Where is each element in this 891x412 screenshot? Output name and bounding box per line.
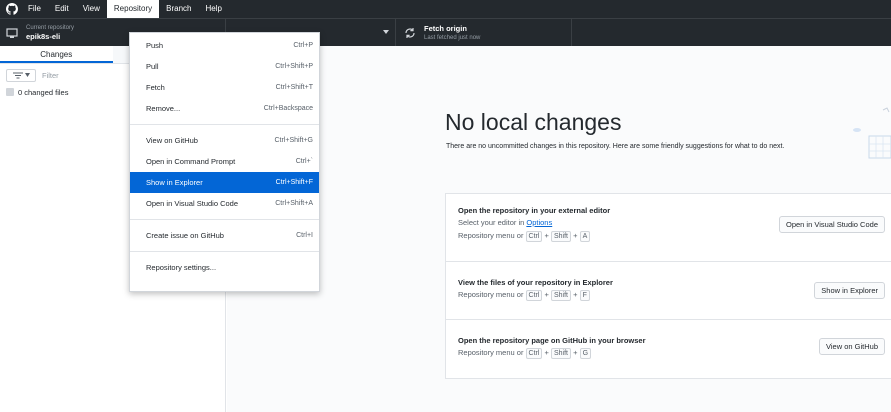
suggestions-panel: Open the repository in your external edi…: [445, 193, 891, 379]
menu-item-label: Remove...: [146, 104, 181, 113]
key-f: F: [579, 290, 590, 301]
menu-item-show-in-explorer[interactable]: Show in Explorer Ctrl+Shift+F: [130, 172, 319, 193]
fetch-origin-title: Fetch origin: [424, 24, 467, 33]
key-g: G: [579, 348, 592, 359]
menu-item-shortcut: Ctrl+Backspace: [263, 105, 313, 112]
select-all-checkbox[interactable]: [6, 88, 14, 96]
menu-bar: File Edit View Repository Branch Help: [0, 0, 891, 18]
menu-item-label: View on GitHub: [146, 136, 198, 145]
options-link[interactable]: Options: [526, 218, 552, 227]
menu-item-label: Push: [146, 41, 164, 50]
show-in-explorer-button[interactable]: Show in Explorer: [814, 282, 885, 299]
menu-item-label: Open in Command Prompt: [146, 157, 236, 166]
tab-changes[interactable]: Changes: [0, 46, 113, 63]
menu-item-push[interactable]: Push Ctrl+P: [130, 35, 319, 56]
menu-item-label: Create issue on GitHub: [146, 231, 224, 240]
key-ctrl: Ctrl: [525, 231, 543, 242]
menu-item-fetch[interactable]: Fetch Ctrl+Shift+T: [130, 77, 319, 98]
view-on-github-button[interactable]: View on GitHub: [819, 338, 885, 355]
menu-item-repository-settings[interactable]: Repository settings...: [130, 257, 319, 278]
menu-separator: [130, 124, 319, 125]
menu-item-label: Show in Explorer: [146, 178, 203, 187]
suggestion-title: View the files of your repository in Exp…: [458, 278, 613, 287]
illustration-icon: [853, 107, 891, 159]
menu-edit[interactable]: Edit: [48, 0, 76, 18]
menu-item-remove[interactable]: Remove... Ctrl+Backspace: [130, 98, 319, 119]
suggestion-line-text: Select your editor in: [458, 218, 527, 227]
sync-icon: [405, 28, 415, 38]
filter-icon: [12, 72, 23, 78]
current-repository-name: epik8s-eli: [26, 32, 61, 41]
menu-help[interactable]: Help: [199, 0, 229, 18]
menu-repository[interactable]: Repository: [106, 0, 160, 18]
github-logo-icon: [3, 0, 21, 18]
filter-options-button[interactable]: [6, 68, 36, 82]
key-shift: Shift: [550, 231, 571, 242]
suggestion-show-explorer: View the files of your repository in Exp…: [446, 262, 891, 320]
suggestion-view-github: Open the repository page on GitHub in yo…: [446, 320, 891, 378]
suggestion-line: Select your editor in Options: [458, 218, 552, 227]
shortcut-hint-text: Repository menu or: [458, 231, 526, 240]
open-in-vscode-button[interactable]: Open in Visual Studio Code: [778, 216, 885, 233]
chevron-down-icon: [383, 30, 389, 34]
key-ctrl: Ctrl: [525, 290, 543, 301]
menu-item-label: Open in Visual Studio Code: [146, 199, 239, 208]
shortcut-hint-text: Repository menu or: [458, 348, 526, 357]
menu-item-shortcut: Ctrl+Shift+F: [275, 179, 313, 186]
menu-item-shortcut: Ctrl+P: [293, 42, 313, 49]
fetch-origin-button[interactable]: Fetch origin Last fetched just now: [396, 19, 572, 47]
suggestion-title: Open the repository page on GitHub in yo…: [458, 336, 646, 345]
menu-item-shortcut: Ctrl+I: [296, 232, 313, 239]
menu-file[interactable]: File: [21, 0, 48, 18]
filter-input[interactable]: Filter: [42, 71, 59, 80]
menu-item-label: Repository settings...: [146, 263, 217, 272]
menu-item-shortcut: Ctrl+Shift+A: [275, 200, 313, 207]
menu-item-shortcut: Ctrl+Shift+P: [275, 63, 313, 70]
shortcut-hint: Repository menu or Ctrl + Shift + F: [458, 290, 590, 301]
page-description: There are no uncommitted changes in this…: [446, 143, 785, 150]
menu-item-view-on-github[interactable]: View on GitHub Ctrl+Shift+G: [130, 130, 319, 151]
menu-separator: [130, 219, 319, 220]
shortcut-hint: Repository menu or Ctrl + Shift + G: [458, 348, 592, 359]
key-ctrl: Ctrl: [525, 348, 543, 359]
main-content: No local changes There are no uncommitte…: [227, 46, 891, 412]
page-title: No local changes: [445, 109, 622, 135]
menu-view[interactable]: View: [76, 0, 107, 18]
menu-item-create-issue[interactable]: Create issue on GitHub Ctrl+I: [130, 225, 319, 246]
changed-files-count: 0 changed files: [18, 87, 69, 97]
current-repository-caption: Current repository: [26, 25, 75, 31]
chevron-down-icon: [24, 73, 30, 77]
menu-item-open-in-vscode[interactable]: Open in Visual Studio Code Ctrl+Shift+A: [130, 193, 319, 214]
shortcut-hint-text: Repository menu or: [458, 290, 526, 299]
menu-item-shortcut: Ctrl+`: [295, 158, 313, 165]
shortcut-hint: Repository menu or Ctrl + Shift + A: [458, 231, 591, 242]
suggestion-open-editor: Open the repository in your external edi…: [446, 194, 891, 262]
menu-branch[interactable]: Branch: [159, 0, 198, 18]
key-shift: Shift: [550, 290, 571, 301]
menu-item-label: Pull: [146, 62, 159, 71]
repository-menu: Push Ctrl+P Pull Ctrl+Shift+P Fetch Ctrl+Sh…: [129, 32, 320, 292]
key-shift: Shift: [550, 348, 571, 359]
menu-item-shortcut: Ctrl+Shift+T: [275, 84, 313, 91]
menu-item-label: Fetch: [146, 83, 165, 92]
menu-separator: [130, 251, 319, 252]
repository-icon: [6, 28, 18, 38]
fetch-origin-subtitle: Last fetched just now: [424, 35, 481, 41]
menu-item-shortcut: Ctrl+Shift+G: [274, 137, 313, 144]
menu-item-pull[interactable]: Pull Ctrl+Shift+P: [130, 56, 319, 77]
key-a: A: [579, 231, 591, 242]
suggestion-title: Open the repository in your external edi…: [458, 206, 611, 215]
menu-item-open-command-prompt[interactable]: Open in Command Prompt Ctrl+`: [130, 151, 319, 172]
